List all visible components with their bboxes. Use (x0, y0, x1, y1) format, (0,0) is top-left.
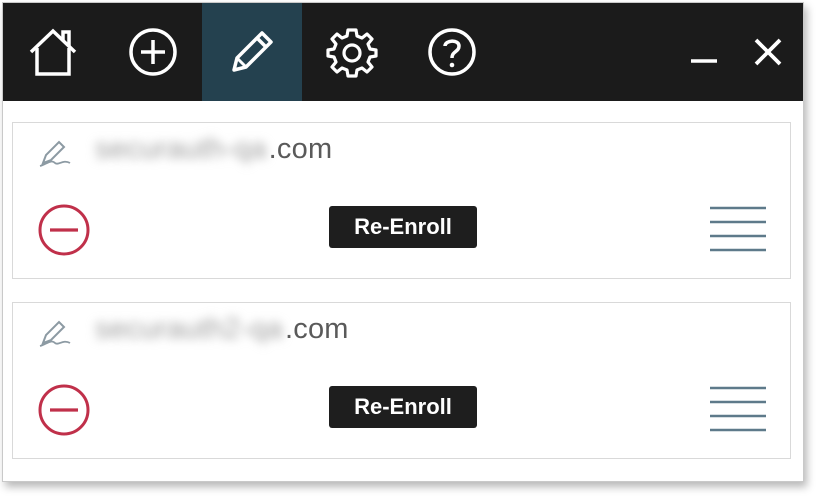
settings-button[interactable] (302, 3, 402, 101)
domain-name-redacted: securauth-qa (95, 133, 267, 165)
re-enroll-button[interactable]: Re-Enroll (329, 206, 477, 248)
add-button[interactable] (103, 3, 203, 101)
signature-icon (39, 140, 71, 167)
domain-name-redacted: securauth2-qa (95, 313, 283, 345)
edit-button[interactable] (202, 3, 302, 101)
home-icon (29, 28, 77, 76)
account-card: securauth-qa .com Re-Enroll (12, 122, 791, 279)
minimize-icon (691, 59, 717, 63)
home-button[interactable] (3, 3, 103, 101)
close-button[interactable] (742, 3, 794, 101)
remove-icon[interactable] (37, 383, 91, 437)
toolbar (3, 3, 803, 101)
signature-icon (39, 320, 71, 347)
account-domain: securauth-qa .com (95, 133, 332, 166)
app-window: securauth-qa .com Re-Enroll securauth2-qa… (2, 2, 804, 482)
menu-icon[interactable] (709, 385, 767, 433)
add-circle-icon (129, 28, 177, 76)
gear-icon (326, 28, 378, 78)
re-enroll-button[interactable]: Re-Enroll (329, 386, 477, 428)
menu-icon[interactable] (709, 205, 767, 253)
domain-suffix: .com (285, 313, 349, 345)
account-card: securauth2-qa .com Re-Enroll (12, 302, 791, 459)
minimize-button[interactable] (678, 3, 730, 101)
remove-icon[interactable] (37, 203, 91, 257)
pencil-icon (232, 31, 273, 72)
close-icon (754, 38, 782, 66)
domain-suffix: .com (268, 133, 333, 165)
help-button[interactable] (402, 3, 502, 101)
account-domain: securauth2-qa .com (95, 313, 349, 346)
help-circle-icon (428, 28, 476, 76)
